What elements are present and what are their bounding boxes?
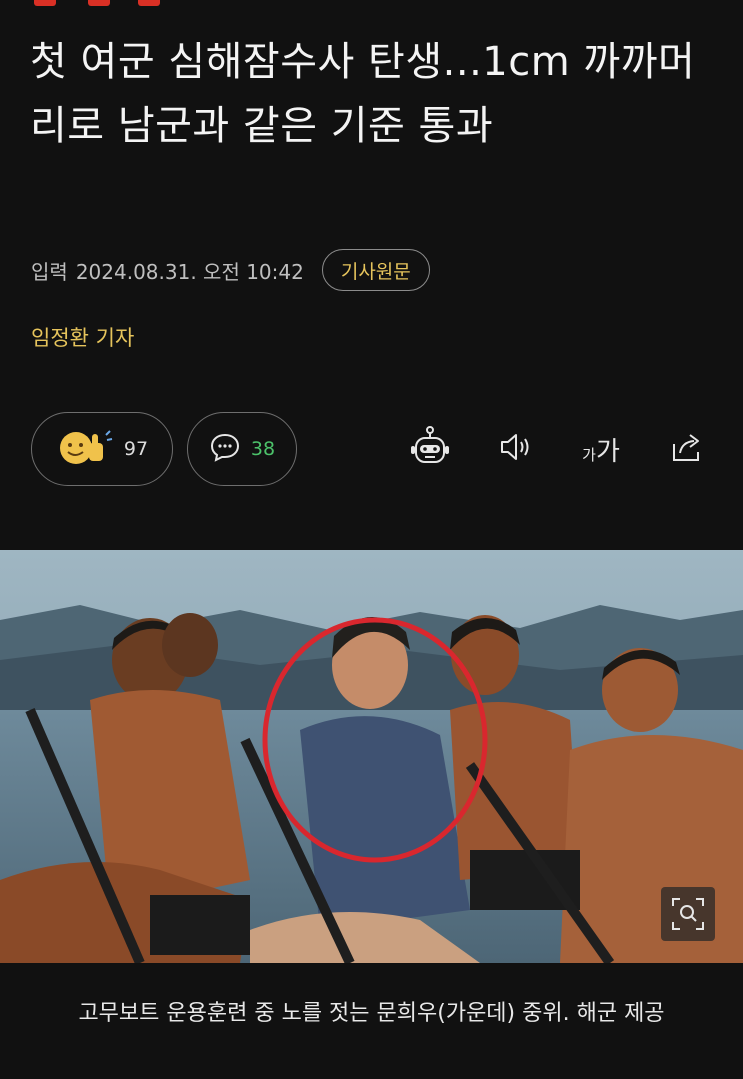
share-icon (666, 427, 706, 471)
font-size-icon: 가가 (582, 431, 620, 468)
font-size-button[interactable]: 가가 (573, 426, 629, 472)
reaction-button[interactable]: 97 (31, 412, 173, 486)
reporter-link[interactable]: 임정환 기자 (31, 322, 134, 352)
ai-robot-icon (407, 424, 453, 474)
font-big-glyph: 가 (595, 436, 620, 467)
comment-count: 38 (250, 438, 276, 460)
read-aloud-button[interactable] (493, 426, 539, 472)
zoom-icon (670, 896, 706, 932)
photo-zoom-button[interactable] (661, 887, 715, 941)
photo-illustration (0, 550, 743, 963)
share-button[interactable] (663, 426, 709, 472)
original-article-button[interactable]: 기사원문 (321, 249, 430, 291)
top-accent-bar (34, 0, 160, 6)
article-photo[interactable] (0, 550, 743, 963)
article-meta: 입력 2024.08.31. 오전 10:42 기사원문 (31, 248, 430, 292)
speaker-icon (496, 427, 536, 471)
input-label: 입력 (31, 259, 68, 284)
emoji-reaction-icon (56, 425, 114, 473)
article-headline: 첫 여군 심해잠수사 탄생...1cm 까까머리로 남군과 같은 기준 통과 (30, 39, 696, 149)
font-small-glyph: 가 (582, 445, 596, 464)
original-article-label: 기사원문 (340, 260, 411, 283)
article-action-bar: 97 38 가가 (31, 412, 721, 486)
reaction-count: 97 (123, 438, 149, 460)
publish-datetime: 2024.08.31. 오전 10:42 (75, 259, 304, 284)
article-page: 첫 여군 심해잠수사 탄생...1cm 까까머리로 남군과 같은 기준 통과 입… (0, 0, 743, 1079)
ai-summary-button[interactable] (407, 426, 453, 472)
comment-button[interactable]: 38 (187, 412, 297, 486)
photo-caption: 고무보트 운용훈련 중 노를 젓는 문희우(가운데) 중위. 해군 제공 (78, 1001, 665, 1026)
comment-icon (209, 431, 241, 467)
